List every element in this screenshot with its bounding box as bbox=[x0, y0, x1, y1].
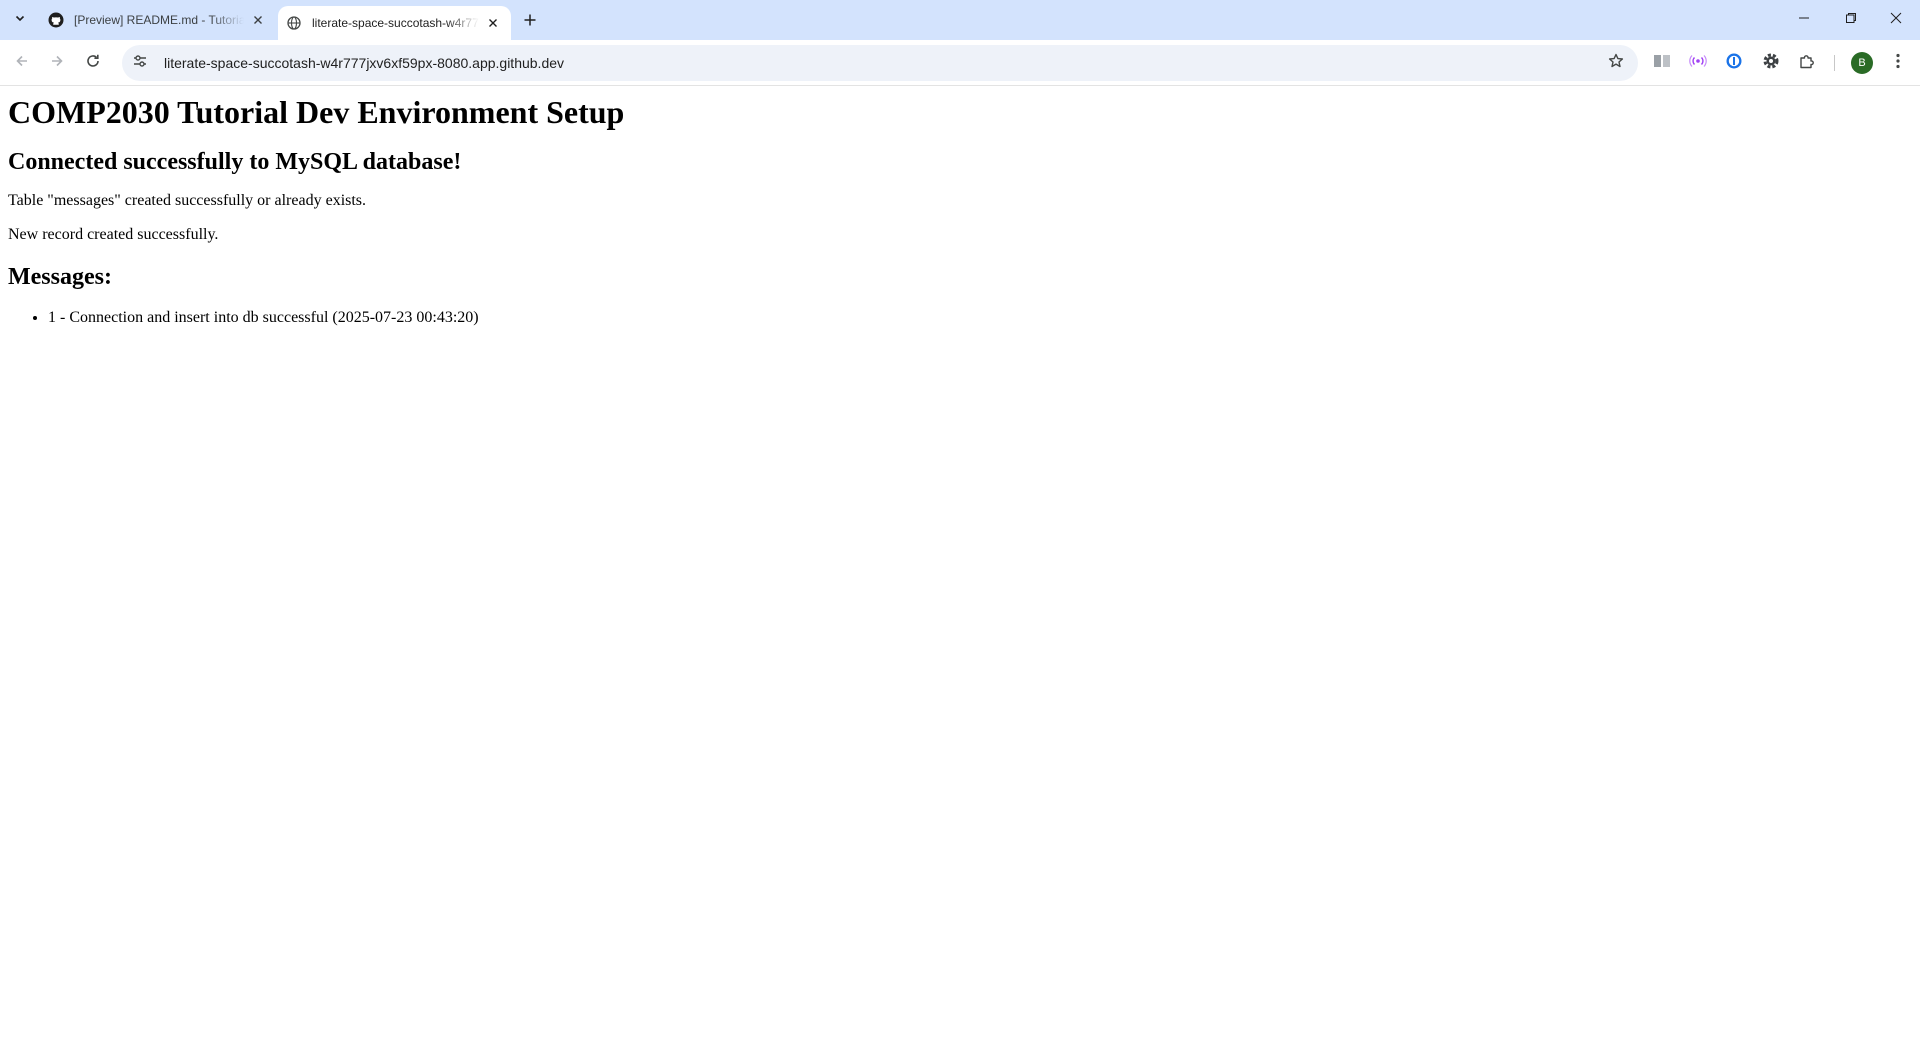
reload-button[interactable] bbox=[77, 47, 109, 79]
profile-avatar[interactable]: B bbox=[1851, 52, 1873, 74]
connection-status-heading: Connected successfully to MySQL database… bbox=[8, 149, 462, 176]
toolbar-divider bbox=[1834, 55, 1835, 71]
reload-icon bbox=[85, 53, 101, 74]
github-icon bbox=[48, 12, 64, 28]
password-manager-extension-button[interactable] bbox=[1720, 49, 1748, 77]
url-text[interactable]: literate-space-succotash-w4r777jxv6xf59p… bbox=[164, 55, 564, 71]
messages-heading: Messages: bbox=[8, 264, 112, 291]
tab-codespace-app[interactable]: literate-space-succotash-w4r777jxv6xf59p… bbox=[278, 6, 511, 40]
close-window-button[interactable] bbox=[1874, 0, 1918, 40]
back-button[interactable] bbox=[6, 47, 38, 79]
list-item: 1 - Connection and insert into db succes… bbox=[48, 309, 1912, 327]
tab-close-button[interactable] bbox=[248, 10, 268, 30]
more-vertical-icon bbox=[1896, 53, 1900, 74]
tab-title: literate-space-succotash-w4r777jxv6xf59p… bbox=[312, 16, 479, 30]
site-info-button[interactable] bbox=[126, 49, 154, 77]
settings-extension-button[interactable] bbox=[1757, 49, 1785, 77]
broadcast-extension-button[interactable] bbox=[1684, 49, 1712, 77]
globe-icon bbox=[286, 15, 302, 31]
tab-search-button[interactable] bbox=[6, 8, 34, 32]
page-content: COMP2030 Tutorial Dev Environment Setup … bbox=[0, 87, 1920, 1040]
record-status-text: New record created successfully. bbox=[8, 225, 219, 243]
address-bar[interactable]: literate-space-succotash-w4r777jxv6xf59p… bbox=[122, 45, 1638, 81]
arrow-left-icon bbox=[14, 53, 30, 74]
bookmark-button[interactable] bbox=[1604, 51, 1628, 75]
chevron-down-icon bbox=[14, 11, 26, 29]
minimize-button[interactable] bbox=[1782, 0, 1826, 40]
messages-list: 1 - Connection and insert into db succes… bbox=[8, 309, 1912, 327]
star-icon bbox=[1608, 53, 1624, 74]
forward-button[interactable] bbox=[41, 47, 73, 79]
tab-close-button[interactable] bbox=[483, 13, 503, 33]
reading-mode-button[interactable] bbox=[1648, 49, 1676, 77]
broadcast-icon bbox=[1689, 54, 1707, 73]
plus-icon bbox=[523, 13, 537, 32]
puzzle-icon bbox=[1798, 52, 1816, 75]
reading-mode-icon bbox=[1653, 54, 1671, 73]
tab-title: [Preview] README.md - Tutorial bbox=[74, 13, 244, 27]
minimize-icon bbox=[1798, 11, 1810, 29]
chrome-menu-button[interactable] bbox=[1884, 49, 1912, 77]
table-status-text: Table "messages" created successfully or… bbox=[8, 191, 367, 209]
arrow-right-icon bbox=[49, 53, 65, 74]
new-tab-button[interactable] bbox=[518, 10, 542, 34]
page-title: COMP2030 Tutorial Dev Environment Setup bbox=[8, 94, 625, 130]
tune-icon bbox=[132, 53, 148, 74]
extensions-button[interactable] bbox=[1793, 49, 1821, 77]
tab-strip: [Preview] README.md - Tutorial literate-… bbox=[0, 0, 1920, 40]
password-manager-icon bbox=[1725, 52, 1743, 75]
browser-toolbar: literate-space-succotash-w4r777jxv6xf59p… bbox=[0, 40, 1920, 86]
close-icon bbox=[1890, 11, 1902, 29]
restore-icon bbox=[1845, 11, 1857, 29]
tab-readme-preview[interactable]: [Preview] README.md - Tutorial bbox=[38, 0, 276, 40]
restore-button[interactable] bbox=[1829, 0, 1873, 40]
gear-icon bbox=[1762, 52, 1780, 75]
